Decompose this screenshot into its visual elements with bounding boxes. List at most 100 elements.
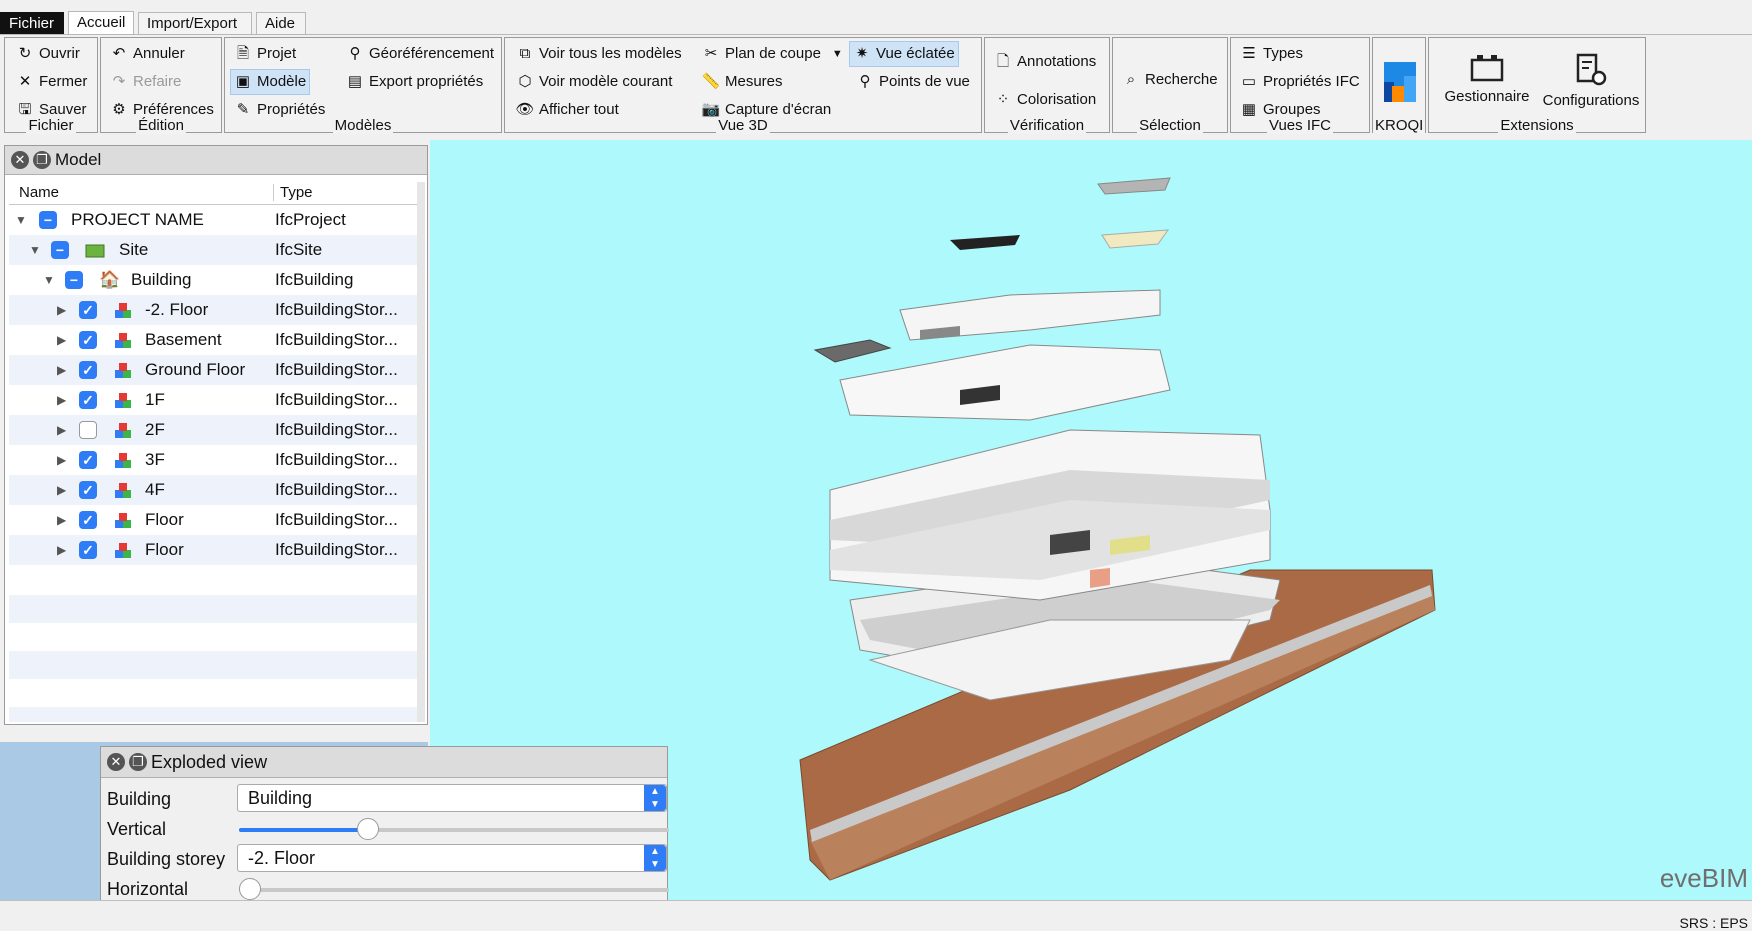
collapse-arrow-icon[interactable]: ▶ (57, 535, 66, 565)
expand-arrow-icon[interactable]: ▼ (43, 265, 55, 295)
tree-row-storey[interactable]: ▶ ✓ Basement IfcBuildingStor... (9, 325, 417, 355)
tree-row-building[interactable]: ▼ − 🏠 Building IfcBuilding (9, 265, 417, 295)
tree-row-storey[interactable]: ▶ ✓ -2. Floor IfcBuildingStor... (9, 295, 417, 325)
storey-blocks-icon (113, 361, 133, 379)
show-all-models-button[interactable]: ⧉ Voir tous les modèles (513, 42, 685, 66)
tree-item-label: PROJECT NAME (71, 210, 204, 229)
storey-checkbox[interactable]: ✓ (79, 331, 97, 349)
partial-checkbox[interactable]: − (39, 211, 57, 229)
collapse-arrow-icon[interactable]: ▶ (57, 355, 66, 385)
cube-icon: ⬡ (518, 73, 532, 90)
storey-checkbox[interactable]: ✓ (79, 511, 97, 529)
undo-button[interactable]: ↶ Annuler (107, 42, 188, 66)
storey-checkbox[interactable] (79, 421, 97, 439)
group-title-vue3d: Vue 3D (716, 117, 770, 134)
tree-row-storey[interactable]: ▶ 2F IfcBuildingStor... (9, 415, 417, 445)
ruler-icon: 📏 (701, 73, 721, 90)
tree-row-storey[interactable]: ▶ ✓ Floor IfcBuildingStor... (9, 505, 417, 535)
ifc-properties-button[interactable]: ▭ Propriétés IFC (1237, 70, 1363, 94)
column-type-header[interactable]: Type (273, 184, 313, 201)
chevron-down-icon[interactable]: ▼ (832, 42, 843, 66)
viewpoints-button[interactable]: ⚲ Points de vue (853, 70, 973, 94)
vertical-slider[interactable] (239, 818, 669, 840)
cubes-icon: ⧉ (519, 45, 531, 62)
storey-checkbox[interactable]: ✓ (79, 301, 97, 319)
project-button[interactable]: 🗎 Projet (231, 42, 299, 66)
tree-row-storey[interactable]: ▶ ✓ 3F IfcBuildingStor... (9, 445, 417, 475)
tree-scrollbar[interactable] (417, 182, 425, 722)
annotations-button[interactable]: 🗋 Annotations (991, 50, 1099, 74)
collapse-arrow-icon[interactable]: ▶ (57, 505, 66, 535)
column-name-header[interactable]: Name (19, 184, 59, 201)
vertical-slider-handle[interactable] (357, 818, 379, 840)
colorisation-button[interactable]: ⁘ Colorisation (991, 88, 1099, 112)
close-panel-icon[interactable]: ✕ (11, 151, 29, 169)
collapse-arrow-icon[interactable]: ▶ (57, 415, 66, 445)
close-button[interactable]: ✕ Fermer (13, 70, 90, 94)
tree-row-site[interactable]: ▼ − Site IfcSite (9, 235, 417, 265)
collapse-arrow-icon[interactable]: ▶ (57, 385, 66, 415)
menu-tab-aide[interactable]: Aide (256, 12, 306, 34)
section-plane-button[interactable]: ✂ Plan de coupe ▼ (699, 42, 846, 66)
config-gear-icon (1576, 53, 1607, 86)
types-button[interactable]: ☰ Types (1237, 42, 1306, 66)
partial-checkbox[interactable]: − (65, 271, 83, 289)
extension-manager-button[interactable]: Gestionnaire (1435, 52, 1539, 105)
collapse-arrow-icon[interactable]: ▶ (57, 295, 66, 325)
storey-blocks-icon (113, 331, 133, 349)
storey-checkbox[interactable]: ✓ (79, 541, 97, 559)
float-panel-icon[interactable]: ❐ (33, 151, 51, 169)
storey-checkbox[interactable]: ✓ (79, 361, 97, 379)
storey-checkbox[interactable]: ✓ (79, 391, 97, 409)
horizontal-label: Horizontal (107, 879, 189, 899)
export-properties-button[interactable]: ▤ Export propriétés (343, 70, 486, 94)
empty-row (9, 595, 417, 623)
tree-row-storey[interactable]: ▶ ✓ Floor IfcBuildingStor... (9, 535, 417, 565)
storey-checkbox[interactable]: ✓ (79, 451, 97, 469)
building-house-icon: 🏠 (99, 270, 121, 289)
group-title-modeles: Modèles (332, 117, 394, 134)
menu-tab-import-export[interactable]: Import/Export (138, 12, 252, 34)
search-button[interactable]: ⌕ Recherche (1119, 68, 1221, 92)
tree-item-label: Ground Floor (145, 360, 246, 379)
measures-button[interactable]: 📏 Mesures (699, 70, 786, 94)
tree-row-storey[interactable]: ▶ ✓ 1F IfcBuildingStor... (9, 385, 417, 415)
expand-arrow-icon[interactable]: ▼ (29, 235, 41, 265)
kroqi-logo-button[interactable] (1380, 58, 1420, 104)
collapse-arrow-icon[interactable]: ▶ (57, 325, 66, 355)
configurations-button[interactable]: Configurations (1537, 52, 1645, 109)
float-panel-icon[interactable]: ❐ (129, 753, 147, 771)
groups-icon: ▦ (1241, 101, 1257, 118)
tree-item-type: IfcBuildingStor... (275, 420, 398, 439)
show-current-model-button[interactable]: ⬡ Voir modèle courant (513, 70, 675, 94)
collapse-arrow-icon[interactable]: ▶ (57, 445, 66, 475)
open-button[interactable]: ↻ Ouvrir (13, 42, 83, 66)
tree-row-storey[interactable]: ▶ ✓ 4F IfcBuildingStor... (9, 475, 417, 505)
expand-arrow-icon[interactable]: ▼ (15, 205, 27, 235)
menu-tab-accueil[interactable]: Accueil (68, 11, 134, 36)
group-fichier: ↻ Ouvrir ✕ Fermer 🖫 Sauver Fichier (4, 37, 98, 134)
exploded-view-header: ✕ ❐ Exploded view (101, 747, 667, 778)
menu-tab-fichier[interactable]: Fichier (0, 12, 64, 34)
tree-item-label: 2F (145, 420, 165, 439)
model-button[interactable]: ▣ Modèle (230, 69, 311, 95)
tree-row-project[interactable]: ▼ − PROJECT NAME IfcProject (9, 205, 417, 235)
tree-item-label: 1F (145, 390, 165, 409)
storey-blocks-icon (113, 421, 133, 439)
properties-view-icon: ▭ (1241, 73, 1257, 90)
exploded-view-button[interactable]: ✷ Vue éclatée (849, 41, 959, 67)
horizontal-slider[interactable] (239, 878, 669, 900)
tree-row-storey[interactable]: ▶ ✓ Ground Floor IfcBuildingStor... (9, 355, 417, 385)
close-panel-icon[interactable]: ✕ (107, 753, 125, 771)
building-storey-select[interactable]: -2. Floor ▲ ▼ (237, 844, 667, 872)
georeferencing-button[interactable]: ⚲ Géoréférencement (343, 42, 497, 66)
group-extensions: Gestionnaire Configurations Extensions (1428, 37, 1646, 134)
collapse-arrow-icon[interactable]: ▶ (57, 475, 66, 505)
tree-column-header: Name Type (9, 182, 417, 205)
redo-button[interactable]: ↷ Refaire (107, 70, 184, 94)
building-select[interactable]: Building ▲ ▼ (237, 784, 667, 812)
tree-item-type: IfcBuildingStor... (275, 540, 398, 559)
horizontal-slider-handle[interactable] (239, 878, 261, 900)
storey-checkbox[interactable]: ✓ (79, 481, 97, 499)
partial-checkbox[interactable]: − (51, 241, 69, 259)
